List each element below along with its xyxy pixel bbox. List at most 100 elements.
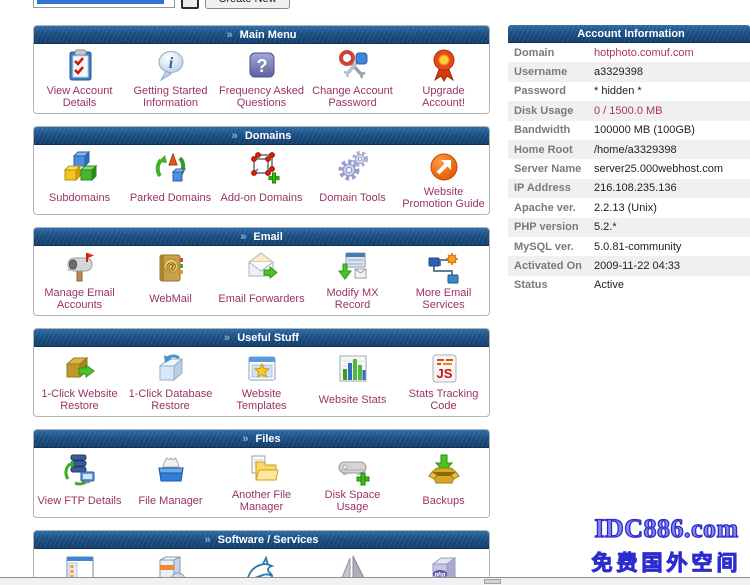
promotion-arrow-icon xyxy=(426,148,462,186)
menu-item[interactable]: Add-on Domains xyxy=(216,148,307,214)
section-title: Useful Stuff xyxy=(237,332,299,344)
menu-item-label: Email Forwarders xyxy=(216,287,306,311)
menu-item[interactable]: More Email Services xyxy=(398,249,489,315)
horizontal-scrollbar[interactable] xyxy=(0,577,750,585)
menu-item-label: Change Account Password xyxy=(307,85,398,109)
section-body: View Account Details i Getting Started I… xyxy=(34,44,489,113)
menu-item[interactable]: Subdomains xyxy=(34,148,125,214)
watermark-site-text: IDC886.com xyxy=(583,514,750,544)
menu-item[interactable]: Another File Manager xyxy=(216,451,307,517)
menu-section: » Main Menu View Account Details i Getti… xyxy=(33,25,490,114)
chevron-icon: » xyxy=(232,130,241,142)
account-field-value[interactable]: 0 / 1500.0 MB xyxy=(594,105,663,117)
scrollbar-thumb[interactable] xyxy=(484,579,501,584)
account-info-row: Domain hotphoto.comuf.com xyxy=(508,43,750,62)
menu-item-label: Add-on Domains xyxy=(219,186,305,210)
question-icon: ? xyxy=(244,47,280,85)
chevron-icon: » xyxy=(240,231,249,243)
menu-item[interactable]: Modify MX Record xyxy=(307,249,398,315)
account-info-row: Server Name server25.000webhost.com xyxy=(508,159,750,178)
section-header: » Domains xyxy=(34,127,489,145)
menu-item-label: Website Stats xyxy=(317,388,389,412)
svg-text:?: ? xyxy=(256,56,267,76)
hard-drive-icon xyxy=(335,451,371,489)
menu-section: » Domains Subdomains Parked Domains Add-… xyxy=(33,126,490,215)
section-title: Files xyxy=(256,433,281,445)
folder-doc-icon xyxy=(244,451,280,489)
account-info-row: Home Root /home/a3329398 xyxy=(508,140,750,159)
menu-item[interactable]: Website Templates xyxy=(216,350,307,416)
account-field-value[interactable]: hotphoto.comuf.com xyxy=(594,47,694,59)
selected-text-highlight xyxy=(37,0,164,4)
ftp-server-icon xyxy=(61,451,99,489)
account-info-row: Username a3329398 xyxy=(508,62,750,81)
account-field-label: Apache ver. xyxy=(508,202,594,214)
account-info-row: Activated On 2009-11-22 04:33 xyxy=(508,256,750,275)
menu-item[interactable]: 1-Click Website Restore xyxy=(34,350,125,416)
menu-item-label: Disk Space Usage xyxy=(307,489,398,513)
menu-item[interactable]: View Account Details xyxy=(34,47,125,113)
menu-item[interactable]: Disk Space Usage xyxy=(307,451,398,517)
menu-item-label: Website Templates xyxy=(216,388,307,412)
account-field-value: server25.000webhost.com xyxy=(594,163,723,175)
account-field-label: Server Name xyxy=(508,163,594,175)
menu-item-label: 1-Click Website Restore xyxy=(34,388,125,412)
account-field-value: * hidden * xyxy=(594,85,642,97)
menu-item[interactable]: JS Stats Tracking Code xyxy=(398,350,489,416)
section-title: Domains xyxy=(245,130,291,142)
section-title: Main Menu xyxy=(240,29,297,41)
menu-item[interactable]: Backups xyxy=(398,451,489,517)
menu-item-label: Upgrade Account! xyxy=(398,85,489,109)
account-field-label: Password xyxy=(508,85,594,97)
menu-item-label: Website Promotion Guide xyxy=(398,186,489,210)
menu-item-label: Another File Manager xyxy=(216,489,307,513)
menu-item[interactable]: Website Stats xyxy=(307,350,398,416)
create-new-button[interactable]: Create New xyxy=(205,0,290,9)
account-info-row: Bandwidth 100000 MB (100GB) xyxy=(508,121,750,140)
menu-item[interactable]: @ WebMail xyxy=(125,249,216,315)
menu-item[interactable]: Manage Email Accounts xyxy=(34,249,125,315)
section-body: View FTP Details File Manager Another Fi… xyxy=(34,448,489,517)
account-info-rows: Domain hotphoto.comuf.com Username a3329… xyxy=(508,43,750,295)
account-field-label: Username xyxy=(508,66,594,78)
menu-item[interactable]: Website Promotion Guide xyxy=(398,148,489,214)
backup-box-icon xyxy=(426,451,462,489)
menu-item-label: Getting Started Information xyxy=(125,85,216,109)
menu-item[interactable]: Change Account Password xyxy=(307,47,398,113)
menu-item-label: Subdomains xyxy=(47,186,112,210)
domain-input[interactable] xyxy=(33,0,175,8)
section-header: » Main Menu xyxy=(34,26,489,44)
menu-item[interactable]: File Manager xyxy=(125,451,216,517)
menu-item-label: 1-Click Database Restore xyxy=(125,388,216,412)
account-field-label: Home Root xyxy=(508,144,594,156)
keys-icon xyxy=(335,47,371,85)
account-field-label: Domain xyxy=(508,47,594,59)
menu-item-label: Parked Domains xyxy=(128,186,213,210)
menu-item-label: File Manager xyxy=(136,489,204,513)
menu-item[interactable]: ? Frequency Asked Questions xyxy=(216,47,307,113)
account-field-value: Active xyxy=(594,279,624,291)
menu-item[interactable]: i Getting Started Information xyxy=(125,47,216,113)
account-info-panel: Account Information Domain hotphoto.comu… xyxy=(508,25,750,295)
account-details-icon xyxy=(62,47,98,85)
menu-item[interactable]: Upgrade Account! xyxy=(398,47,489,113)
watermark-cn-text: 免费国外空间 xyxy=(583,547,750,577)
go-button[interactable]: Go xyxy=(181,0,199,9)
section-body: 1-Click Website Restore 1-Click Database… xyxy=(34,347,489,416)
watermark: IDC886.com 免费国外空间 xyxy=(583,514,750,577)
menu-item[interactable]: View FTP Details xyxy=(34,451,125,517)
menu-item[interactable]: Email Forwarders xyxy=(216,249,307,315)
menu-item[interactable]: 1-Click Database Restore xyxy=(125,350,216,416)
account-field-value: 2009-11-22 04:33 xyxy=(594,260,680,272)
section-header: » Useful Stuff xyxy=(34,329,489,347)
envelope-arrow-icon xyxy=(244,249,280,287)
account-field-value: 2.2.13 (Unix) xyxy=(594,202,657,214)
network-cube-icon xyxy=(244,148,280,186)
menu-item-label: More Email Services xyxy=(398,287,489,311)
menu-section: » Email Manage Email Accounts @ WebMail … xyxy=(33,227,490,316)
menu-item[interactable]: Parked Domains xyxy=(125,148,216,214)
upgrade-ribbon-icon xyxy=(426,47,462,85)
menu-item[interactable]: Domain Tools xyxy=(307,148,398,214)
svg-text:JS: JS xyxy=(436,366,452,381)
cubes-icon xyxy=(61,148,99,186)
